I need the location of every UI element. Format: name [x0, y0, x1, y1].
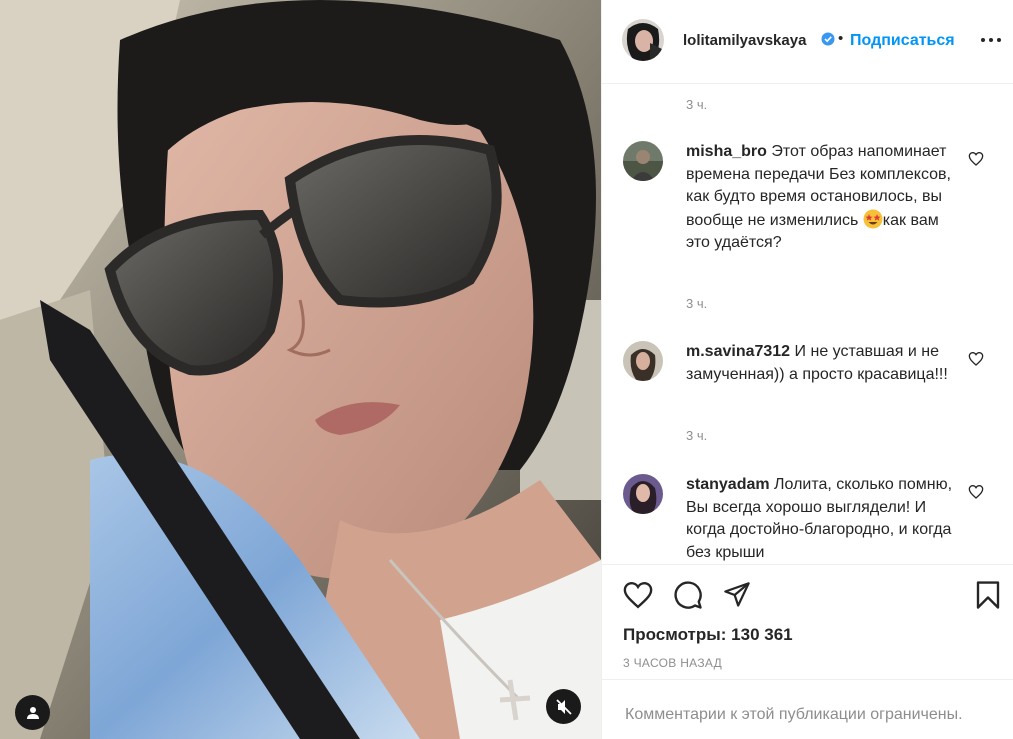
comment-username[interactable]: stanyadam [686, 476, 770, 493]
more-icon [981, 38, 1001, 42]
paper-plane-icon [724, 582, 750, 607]
mute-button[interactable] [546, 689, 581, 724]
comment-text: misha_bro Этот образ напоминает времена … [686, 141, 956, 255]
commenter-avatar[interactable] [623, 141, 663, 181]
star-struck-emoji-icon [863, 209, 883, 228]
comment-username[interactable]: misha_bro [686, 143, 767, 160]
heart-icon[interactable] [968, 151, 984, 167]
user-icon [26, 706, 39, 719]
save-button[interactable] [972, 579, 1004, 611]
post-header: lolitamilyavskaya • Подписаться [602, 0, 1013, 84]
commenter-avatar[interactable] [623, 474, 663, 514]
header-separator: • [838, 30, 844, 47]
share-button[interactable] [721, 579, 753, 611]
comment-text: m.savina7312 И не уставшая и не замученн… [686, 341, 956, 386]
post-timestamp[interactable]: 3 ЧАСОВ НАЗАД [623, 656, 722, 670]
post-actions: Просмотры: 130 361 3 ЧАСОВ НАЗАД [602, 564, 1013, 679]
heart-icon [623, 581, 653, 609]
comments-limited-text: Комментарии к этой публикации ограничены… [625, 706, 963, 723]
views-count[interactable]: Просмотры: 130 361 [623, 625, 793, 645]
post-sidebar: lolitamilyavskaya • Подписаться 3 ч. mis… [601, 0, 1013, 739]
avatar-image [622, 19, 664, 61]
comment-time: 3 ч. [686, 296, 708, 311]
more-options-button[interactable] [979, 30, 1003, 50]
bookmark-icon [976, 581, 1000, 609]
comments-list[interactable]: 3 ч. misha_bro Этот образ напоминает вре… [602, 85, 1013, 563]
comment-text: stanyadam Лолита, сколько помню, Вы всег… [686, 474, 956, 563]
caption-time: 3 ч. [686, 97, 708, 112]
comment-username[interactable]: m.savina7312 [686, 343, 790, 360]
author-avatar[interactable] [622, 19, 664, 61]
heart-icon[interactable] [968, 484, 984, 500]
comment-button[interactable] [672, 579, 704, 611]
post-video[interactable] [0, 0, 601, 739]
like-button[interactable] [622, 579, 654, 611]
views-number: 130 361 [731, 625, 793, 644]
speaker-muted-icon [555, 698, 572, 715]
follow-button[interactable]: Подписаться [850, 32, 955, 50]
comments-limited-notice: Комментарии к этой публикации ограничены… [602, 679, 1013, 739]
author-username[interactable]: lolitamilyavskaya [683, 32, 806, 49]
verified-badge-icon [821, 32, 835, 46]
comment-time: 3 ч. [686, 428, 708, 443]
avatar-image [623, 341, 663, 381]
video-frame [0, 0, 601, 739]
avatar-image [623, 141, 663, 181]
heart-icon[interactable] [968, 351, 984, 367]
commenter-avatar[interactable] [623, 341, 663, 381]
avatar-image [623, 474, 663, 514]
comment-bubble-icon [674, 581, 702, 609]
views-label: Просмотры: [623, 625, 727, 644]
tagged-users-button[interactable] [15, 695, 50, 730]
